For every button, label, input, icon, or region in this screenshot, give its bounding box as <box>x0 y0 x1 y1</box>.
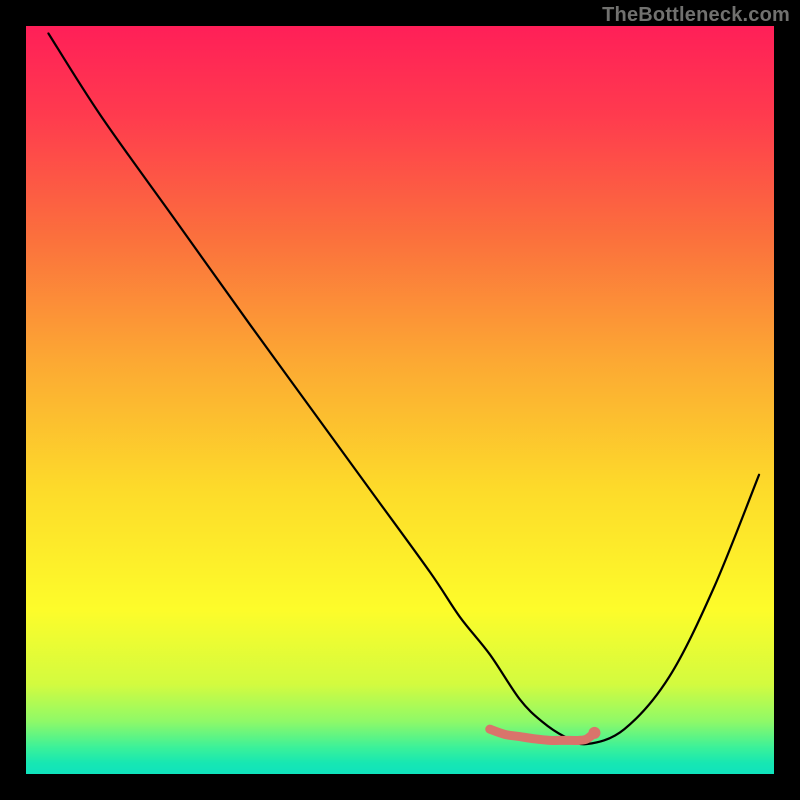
bottleneck-chart <box>0 0 800 800</box>
chart-container: TheBottleneck.com <box>0 0 800 800</box>
watermark-text: TheBottleneck.com <box>602 4 790 27</box>
chart-plot-bg <box>26 26 774 774</box>
optimal-end-dot <box>588 727 600 739</box>
